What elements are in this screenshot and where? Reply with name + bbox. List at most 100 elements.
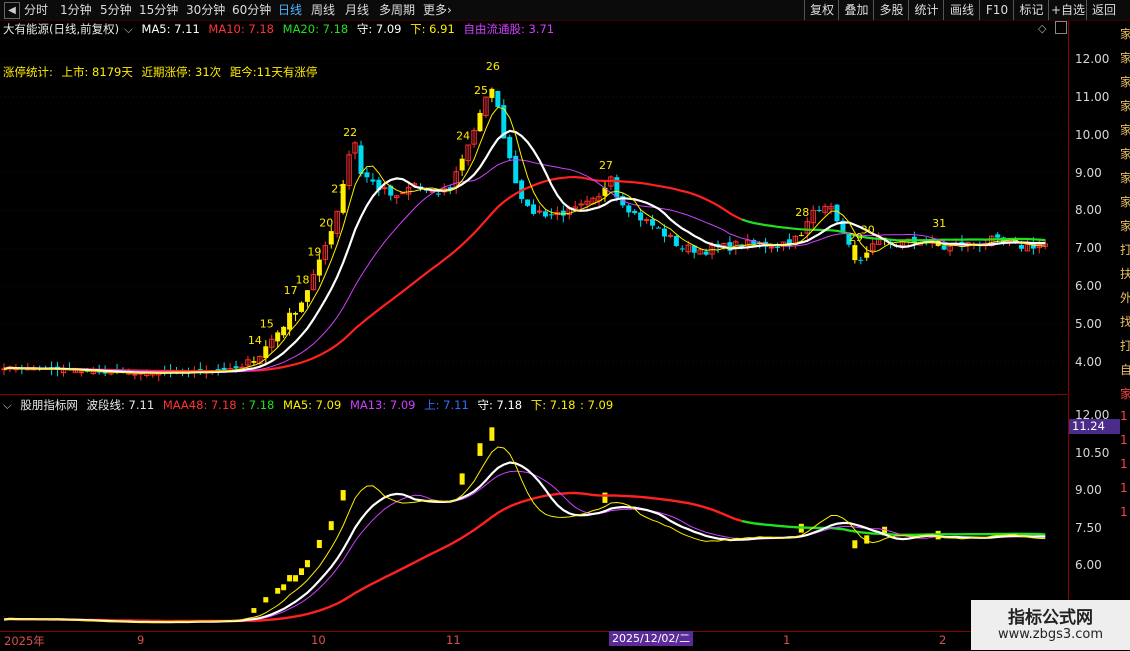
candle-body (638, 212, 644, 221)
candle-body (661, 228, 667, 237)
sub-bar (287, 575, 293, 582)
sub-bar (299, 568, 304, 575)
sub-bar (459, 473, 465, 485)
candle-body (667, 234, 674, 237)
candle-body (364, 172, 370, 178)
candle-body (531, 204, 537, 214)
sub-lines (3, 446, 1046, 624)
sub-bar (304, 560, 310, 568)
candle-body (941, 245, 947, 250)
watermark-url: www.zbgs3.com (997, 627, 1104, 642)
limit-count-label: 21 (331, 182, 345, 195)
y-tick-label: 8.00 (1075, 203, 1102, 218)
sub-bar (293, 575, 299, 582)
ma20-line (3, 159, 1046, 373)
candle-body (489, 88, 495, 98)
y-tick-label: 7.50 (1075, 520, 1102, 535)
side-char: 家 (1120, 147, 1130, 161)
sub-ma13-line (3, 470, 1046, 623)
candle-body (304, 290, 310, 302)
candle-body (673, 235, 679, 246)
side-char: 1 (1120, 481, 1128, 495)
side-char: 家 (1120, 51, 1130, 65)
limit-count-label: 30 (861, 224, 875, 237)
y-tick-label: 10.50 (1075, 445, 1110, 460)
x-label-month: 11 (446, 633, 461, 647)
limit-count-label: 18 (296, 274, 310, 287)
candle-body (370, 179, 376, 182)
side-char: 家 (1120, 171, 1130, 185)
sub-bar (852, 540, 858, 549)
y-tick-label: 6.00 (1075, 279, 1102, 294)
y-tick-label: 9.00 (1075, 165, 1102, 180)
candle-body (251, 361, 257, 363)
candle-body (542, 211, 548, 217)
limit-count-label: 14 (248, 334, 262, 347)
candle-body (864, 252, 870, 258)
candle-body (852, 245, 858, 261)
sub-bar (275, 587, 281, 594)
candle-body (281, 326, 287, 336)
candle-body (834, 204, 840, 222)
sub-bar (328, 521, 334, 531)
side-char: 家 (1120, 387, 1130, 401)
candle-body (798, 235, 804, 237)
y-tick-label: 9.00 (1075, 483, 1102, 497)
limit-count-label: 15 (260, 317, 274, 330)
side-char: 家 (1120, 99, 1130, 113)
candle-body (275, 332, 281, 342)
sub-bar (263, 597, 269, 603)
candle-body (1018, 245, 1024, 249)
candle-body (548, 214, 554, 216)
candle-body (287, 312, 293, 330)
side-char: 扶 (1120, 267, 1130, 281)
kline-chart[interactable]: 1415171819202122 2425262728293031 (0, 0, 1068, 631)
candle-body (816, 210, 822, 212)
sub-maa48-line (3, 491, 743, 623)
candle-body (316, 259, 322, 276)
limit-up-counts: 1415171819202122 2425262728293031 (248, 60, 946, 347)
watermark: 指标公式网 www.zbgs3.com (971, 600, 1130, 650)
limit-count-label: 28 (795, 206, 809, 219)
date-badge: 2025/12/02/二 (609, 631, 694, 646)
limit-count-label: 26 (486, 60, 500, 73)
candle-body (536, 210, 543, 213)
y-tick-label: 7.00 (1075, 241, 1102, 256)
main-ma-lines (3, 106, 1046, 374)
side-char: 打 (1120, 339, 1130, 353)
y-tick-label: 4.00 (1075, 355, 1102, 369)
sub-bar (477, 443, 483, 456)
candle-body (525, 199, 531, 206)
candle-body (507, 136, 513, 159)
candle-body (679, 248, 685, 250)
side-char: 家 (1120, 75, 1130, 89)
side-char: 自 (1120, 363, 1130, 377)
candle-body (435, 193, 441, 195)
y-tick-label: 12.00 (1075, 51, 1110, 66)
limit-count-label: 31 (932, 217, 946, 230)
sub-bar (602, 492, 608, 503)
candle-body (602, 187, 608, 196)
side-char: 1 (1120, 457, 1128, 471)
candle-body (858, 259, 864, 261)
y-tick-label: 5.00 (1075, 317, 1102, 332)
candle-body (299, 302, 304, 312)
candle-body (768, 246, 775, 249)
limit-count-label: 24 (456, 130, 470, 143)
limit-count-label: 20 (319, 217, 333, 230)
side-char: 家 (1120, 195, 1130, 209)
candle-body (650, 219, 656, 226)
x-axis: 2025年 9 10 11 1 2 (0, 631, 1130, 651)
candle-body (632, 210, 638, 214)
side-char: 家 (1120, 27, 1130, 41)
candle-body (626, 205, 632, 213)
candle-body (358, 145, 364, 175)
candle-body (78, 371, 85, 374)
return-button[interactable]: 返回 (1086, 0, 1121, 20)
right-side-strip: 家家家家家家家家家打扶外找打自家11111 (1120, 21, 1130, 631)
candle-body (578, 203, 584, 206)
y-tick-label: 6.00 (1075, 558, 1102, 572)
x-label-month: 2 (939, 633, 947, 647)
x-label-year: 2025年 (4, 634, 45, 648)
candle-body (775, 246, 780, 248)
